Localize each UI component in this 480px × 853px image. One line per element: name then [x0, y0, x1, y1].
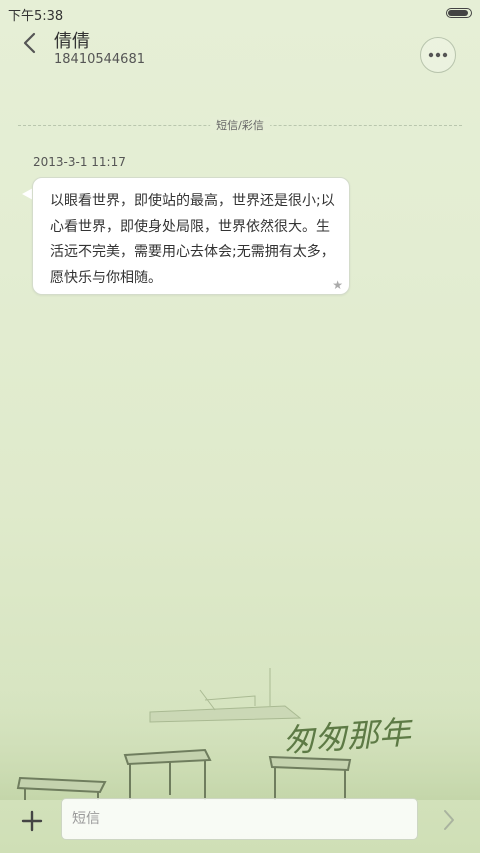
send-button[interactable]: [436, 806, 462, 834]
back-button[interactable]: [14, 28, 44, 58]
message-input[interactable]: [61, 798, 418, 840]
chevron-left-icon: [23, 32, 36, 54]
battery-icon: [446, 8, 472, 18]
more-options-button[interactable]: [420, 37, 456, 73]
contact-number: 18410544681: [54, 52, 145, 67]
composer-bar: [0, 795, 480, 853]
divider-label: 短信/彩信: [210, 117, 270, 133]
background-illustration: 匆匆那年: [0, 660, 480, 800]
plus-icon: [21, 810, 43, 832]
calligraphy-text: 匆匆那年: [282, 713, 415, 760]
message-timestamp: 2013-3-1 11:17: [33, 155, 126, 169]
status-time: 下午5:38: [8, 9, 64, 24]
conversation-header: 倩倩 18410544681: [0, 26, 480, 86]
contact-name: 倩倩: [54, 31, 90, 52]
status-bar: 下午5:38: [0, 0, 480, 26]
add-attachment-button[interactable]: [18, 807, 46, 835]
star-icon[interactable]: ★: [332, 278, 343, 292]
thread-divider: 短信/彩信: [18, 116, 462, 134]
battery-fill: [448, 10, 468, 16]
message-text: 以眼看世界，即使站的最高，世界还是很小;以心看世界，即使身处局限，世界依然很大。…: [50, 193, 335, 286]
chevron-right-icon: [444, 810, 454, 830]
message-bubble[interactable]: 以眼看世界，即使站的最高，世界还是很小;以心看世界，即使身处局限，世界依然很大。…: [32, 177, 350, 295]
more-dots-icon: [428, 52, 448, 58]
